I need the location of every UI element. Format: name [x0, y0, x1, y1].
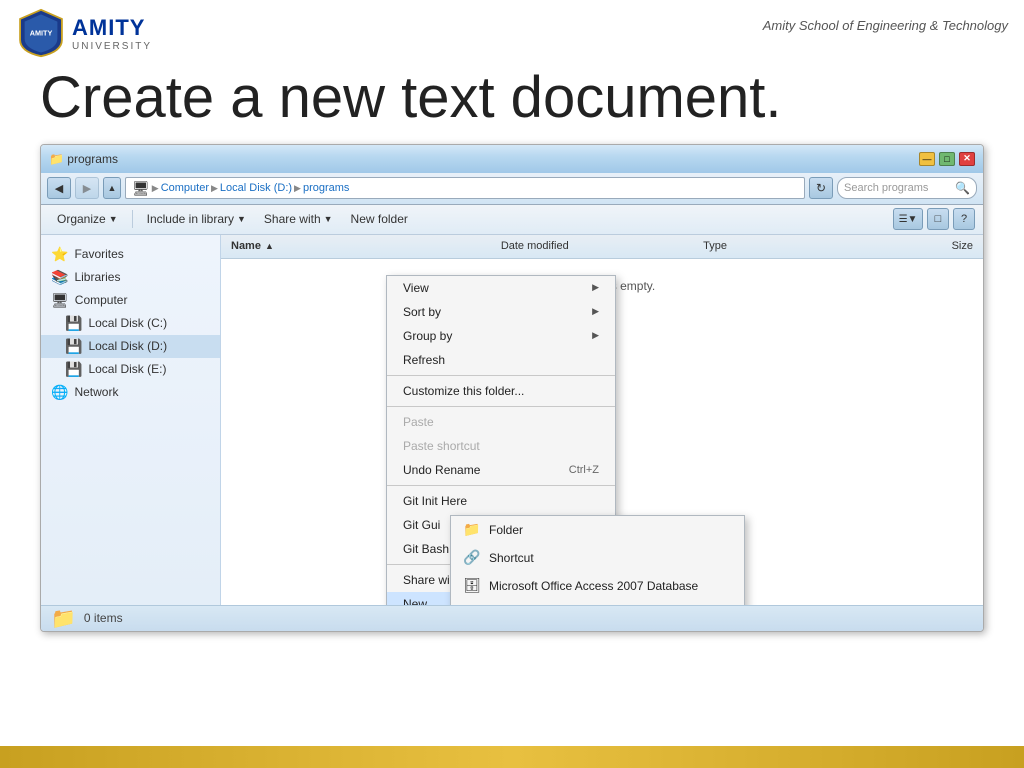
sm-access-db[interactable]: 🗄 Microsoft Office Access 2007 Database [451, 572, 744, 600]
sm-bitmap[interactable]: 🖼 Bitmap image [451, 600, 744, 605]
bc-local-disk[interactable]: Local Disk (D:) [220, 182, 292, 194]
back-button[interactable]: ◀ [47, 177, 71, 199]
maximize-button[interactable]: □ [939, 152, 955, 166]
title-bar: 📁 programs — □ ✕ [41, 145, 983, 173]
cm-refresh[interactable]: Refresh [387, 348, 615, 372]
svg-text:AMITY: AMITY [30, 28, 53, 37]
sidebar: ⭐ Favorites 📚 Libraries 🖥 Computer 💾 Loc… [41, 235, 221, 605]
view-toggle-button[interactable]: ☰▼ [893, 208, 923, 230]
new-submenu: 📁 Folder 🔗 Shortcut 🗄 Microsoft Office A… [450, 515, 745, 605]
disk-e-icon: 💾 [65, 361, 82, 378]
cm-undo-rename[interactable]: Undo Rename Ctrl+Z [387, 458, 615, 482]
toolbar: Organize ▼ Include in library ▼ Share wi… [41, 205, 983, 235]
logo-area: AMITY AMITY UNIVERSITY [16, 8, 152, 58]
cm-paste[interactable]: Paste [387, 410, 615, 434]
forward-button[interactable]: ▶ [75, 177, 99, 199]
libraries-icon: 📚 [51, 269, 68, 286]
breadcrumb[interactable]: 🖥 ▶ Computer ▶ Local Disk (D:) ▶ program… [125, 177, 805, 199]
logo-university-text: UNIVERSITY [72, 41, 152, 52]
content-area: ⭐ Favorites 📚 Libraries 🖥 Computer 💾 Loc… [41, 235, 983, 605]
main-heading: Create a new text document. [0, 66, 1024, 130]
header: AMITY AMITY UNIVERSITY Amity School of E… [0, 0, 1024, 66]
organize-chevron: ▼ [109, 214, 118, 224]
view-controls: ☰▼ □ ? [893, 208, 975, 230]
explorer-window: 📁 programs — □ ✕ ◀ ▶ ▲ 🖥 ▶ Computer ▶ Lo… [40, 144, 984, 632]
cm-sort-by[interactable]: Sort by [387, 300, 615, 324]
col-name-header[interactable]: Name ▲ [231, 240, 501, 252]
sidebar-item-libraries[interactable]: 📚 Libraries [41, 266, 220, 289]
header-institution-title: Amity School of Engineering & Technology [763, 18, 1008, 33]
organize-button[interactable]: Organize ▼ [49, 209, 126, 229]
cm-sep-3 [387, 485, 615, 486]
cm-undo-shortcut: Ctrl+Z [569, 464, 599, 476]
column-headers: Name ▲ Date modified Type Size [221, 235, 983, 259]
col-size-header[interactable]: Size [838, 240, 973, 252]
sidebar-libraries-label: Libraries [74, 270, 120, 284]
sidebar-favorites-label: Favorites [74, 247, 123, 261]
status-bar: 📁 0 items [41, 605, 983, 631]
gold-bar [0, 746, 1024, 768]
status-item-count: 0 items [84, 611, 123, 625]
col-date-header[interactable]: Date modified [501, 240, 703, 252]
sidebar-item-local-disk-d[interactable]: 💾 Local Disk (D:) [41, 335, 220, 358]
disk-d-icon: 💾 [65, 338, 82, 355]
disk-c-icon: 💾 [65, 315, 82, 332]
folder-icon: 📁 [463, 521, 481, 539]
cm-view[interactable]: View [387, 276, 615, 300]
logo-amity-text: AMITY [72, 15, 152, 41]
search-placeholder: Search programs [844, 182, 928, 194]
sidebar-disk-e-label: Local Disk (E:) [88, 362, 166, 376]
sm-folder[interactable]: 📁 Folder [451, 516, 744, 544]
bc-programs[interactable]: programs [303, 182, 349, 194]
refresh-button[interactable]: ↻ [809, 177, 833, 199]
share-with-button[interactable]: Share with ▼ [256, 209, 341, 229]
cm-sep-2 [387, 406, 615, 407]
help-button[interactable]: ? [953, 208, 975, 230]
sidebar-item-computer[interactable]: 🖥 Computer [41, 289, 220, 312]
window-title: 📁 programs [49, 152, 118, 166]
status-folder-icon: 📁 [51, 606, 76, 631]
minimize-button[interactable]: — [919, 152, 935, 166]
access-icon: 🗄 [463, 577, 481, 595]
cm-git-init[interactable]: Git Init Here [387, 489, 615, 513]
cm-customize[interactable]: Customize this folder... [387, 379, 615, 403]
sm-shortcut[interactable]: 🔗 Shortcut [451, 544, 744, 572]
sidebar-disk-c-label: Local Disk (C:) [88, 316, 167, 330]
sidebar-computer-label: Computer [75, 293, 128, 307]
network-icon: 🌐 [51, 384, 68, 401]
logo-text: AMITY UNIVERSITY [72, 15, 152, 52]
close-button[interactable]: ✕ [959, 152, 975, 166]
share-chevron: ▼ [324, 214, 333, 224]
sidebar-item-favorites[interactable]: ⭐ Favorites [41, 243, 220, 266]
sidebar-item-local-disk-e[interactable]: 💾 Local Disk (E:) [41, 358, 220, 381]
address-bar: ◀ ▶ ▲ 🖥 ▶ Computer ▶ Local Disk (D:) ▶ p… [41, 173, 983, 205]
file-area[interactable]: Name ▲ Date modified Type Size This fold… [221, 235, 983, 605]
favorites-icon: ⭐ [51, 246, 68, 263]
sidebar-network-label: Network [74, 385, 118, 399]
shortcut-icon: 🔗 [463, 549, 481, 567]
include-lib-chevron: ▼ [237, 214, 246, 224]
new-folder-button[interactable]: New folder [343, 209, 416, 229]
cm-paste-shortcut[interactable]: Paste shortcut [387, 434, 615, 458]
search-icon[interactable]: 🔍 [955, 181, 970, 195]
bc-computer[interactable]: Computer [161, 182, 209, 194]
col-type-header[interactable]: Type [703, 240, 838, 252]
window-controls: — □ ✕ [919, 152, 975, 166]
sidebar-item-local-disk-c[interactable]: 💾 Local Disk (C:) [41, 312, 220, 335]
toolbar-sep-1 [132, 210, 133, 228]
search-box[interactable]: Search programs 🔍 [837, 177, 977, 199]
include-library-button[interactable]: Include in library ▼ [139, 209, 254, 229]
sidebar-disk-d-label: Local Disk (D:) [88, 339, 167, 353]
cm-group-by[interactable]: Group by [387, 324, 615, 348]
cm-sep-1 [387, 375, 615, 376]
amity-logo: AMITY [16, 8, 66, 58]
computer-icon: 🖥 [51, 292, 69, 309]
up-button[interactable]: ▲ [103, 177, 121, 199]
preview-button[interactable]: □ [927, 208, 949, 230]
sidebar-item-network[interactable]: 🌐 Network [41, 381, 220, 404]
